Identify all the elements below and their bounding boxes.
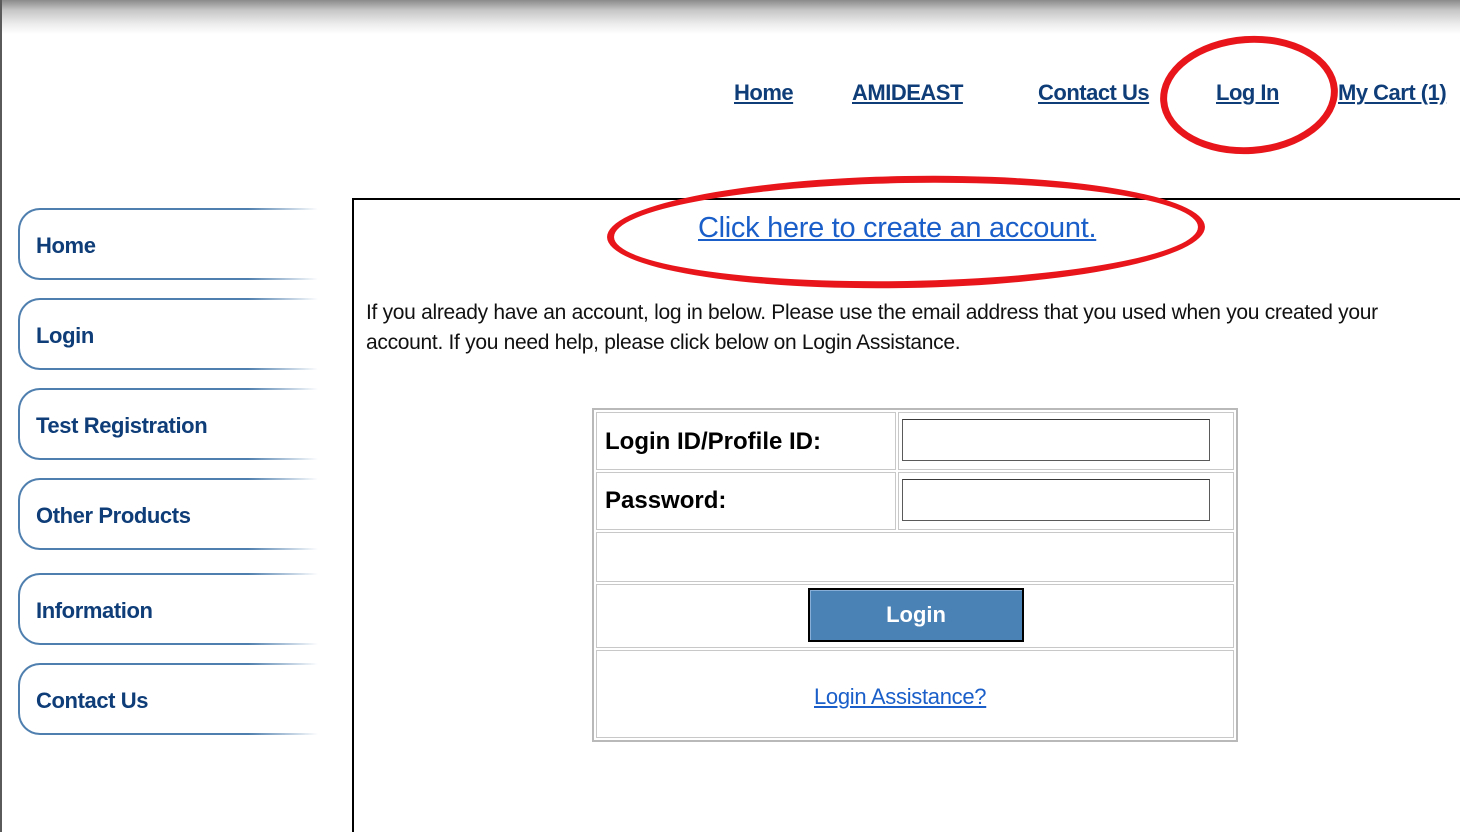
empty-row-cell — [596, 532, 1234, 582]
sidebar-item-label: Login — [36, 323, 94, 348]
window-left-border — [0, 0, 2, 832]
login-instructions-text: If you already have an account, log in b… — [366, 301, 1378, 354]
login-assistance-link[interactable]: Login Assistance? — [814, 684, 987, 710]
password-input[interactable] — [902, 479, 1210, 521]
browser-top-shadow — [0, 0, 1460, 34]
sidebar-item-label: Other Products — [36, 503, 191, 528]
login-button[interactable]: Login — [808, 588, 1024, 642]
sidebar-item-label: Contact Us — [36, 688, 149, 713]
login-id-label-cell: Login ID/Profile ID: — [596, 412, 896, 470]
login-id-input[interactable] — [902, 419, 1210, 461]
login-id-label: Login ID/Profile ID: — [605, 428, 821, 455]
sidebar-item-label: Information — [36, 598, 153, 623]
top-nav-my-cart-link[interactable]: My Cart (1) — [1338, 80, 1447, 106]
sidebar-item-label: Home — [36, 233, 96, 258]
top-nav-contact-us-link[interactable]: Contact Us — [1038, 80, 1150, 106]
password-label: Password: — [605, 487, 727, 514]
sidebar-item-home[interactable]: Home — [18, 208, 318, 280]
top-nav-amideast-link[interactable]: AMIDEAST — [852, 80, 963, 106]
sidebar-item-other-products[interactable]: Other Products — [18, 478, 318, 550]
create-account-link[interactable]: Click here to create an account. — [698, 212, 1097, 245]
sidebar-item-login[interactable]: Login — [18, 298, 318, 370]
page: Home AMIDEAST Contact Us Log In My Cart … — [0, 0, 1460, 832]
sidebar-item-information[interactable]: Information — [18, 573, 318, 645]
password-label-cell: Password: — [596, 472, 896, 530]
top-nav-log-in-link[interactable]: Log In — [1216, 80, 1279, 106]
sidebar-item-label: Test Registration — [36, 413, 208, 438]
top-nav-home-link[interactable]: Home — [734, 80, 794, 106]
sidebar-item-test-registration[interactable]: Test Registration — [18, 388, 318, 460]
sidebar-item-contact-us[interactable]: Contact Us — [18, 663, 318, 735]
